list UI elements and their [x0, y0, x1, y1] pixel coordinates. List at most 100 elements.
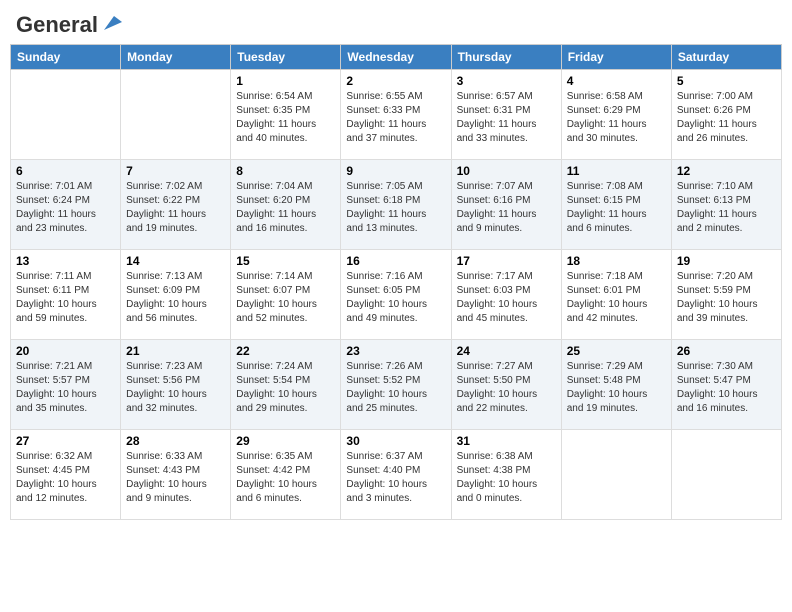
day-number: 22: [236, 344, 335, 358]
day-number: 11: [567, 164, 666, 178]
calendar-cell: 29 Sunrise: 6:35 AMSunset: 4:42 PMDayligh…: [231, 430, 341, 520]
day-info: Sunrise: 6:38 AMSunset: 4:38 PMDaylight:…: [457, 450, 556, 506]
day-number: 16: [346, 254, 445, 268]
day-info: Sunrise: 6:37 AMSunset: 4:40 PMDaylight:…: [346, 450, 445, 506]
day-info: Sunrise: 7:17 AMSunset: 6:03 PMDaylight:…: [457, 270, 556, 326]
weekday-header-sunday: Sunday: [11, 45, 121, 70]
day-number: 17: [457, 254, 556, 268]
calendar-cell: 27 Sunrise: 6:32 AMSunset: 4:45 PMDayligh…: [11, 430, 121, 520]
day-info: Sunrise: 7:13 AMSunset: 6:09 PMDaylight:…: [126, 270, 225, 326]
day-number: 1: [236, 74, 335, 88]
calendar-cell: 21 Sunrise: 7:23 AMSunset: 5:56 PMDayligh…: [121, 340, 231, 430]
day-info: Sunrise: 6:57 AMSunset: 6:31 PMDaylight:…: [457, 90, 556, 146]
calendar-cell: 11 Sunrise: 7:08 AMSunset: 6:15 PMDayligh…: [561, 160, 671, 250]
calendar-cell: 28 Sunrise: 6:33 AMSunset: 4:43 PMDayligh…: [121, 430, 231, 520]
calendar-cell: 2 Sunrise: 6:55 AMSunset: 6:33 PMDaylight…: [341, 70, 451, 160]
day-number: 30: [346, 434, 445, 448]
day-number: 5: [677, 74, 776, 88]
day-number: 4: [567, 74, 666, 88]
calendar-cell: 24Sunrise: 7:27 AMSunset: 5:50 PMDayligh…: [451, 340, 561, 430]
day-info: Sunrise: 7:07 AMSunset: 6:16 PMDaylight:…: [457, 180, 556, 236]
calendar-table: SundayMondayTuesdayWednesdayThursdayFrid…: [10, 44, 782, 520]
calendar-cell: 8 Sunrise: 7:04 AMSunset: 6:20 PMDaylight…: [231, 160, 341, 250]
calendar-cell: 10 Sunrise: 7:07 AMSunset: 6:16 PMDayligh…: [451, 160, 561, 250]
calendar-cell: 17 Sunrise: 7:17 AMSunset: 6:03 PMDayligh…: [451, 250, 561, 340]
calendar-cell: 4 Sunrise: 6:58 AMSunset: 6:29 PMDaylight…: [561, 70, 671, 160]
calendar-cell: 12Sunrise: 7:10 AMSunset: 6:13 PMDayligh…: [671, 160, 781, 250]
day-number: 31: [457, 434, 556, 448]
logo: General: [16, 14, 122, 32]
day-info: Sunrise: 6:58 AMSunset: 6:29 PMDaylight:…: [567, 90, 666, 146]
day-number: 24: [457, 344, 556, 358]
calendar-cell: 1 Sunrise: 6:54 AMSunset: 6:35 PMDaylight…: [231, 70, 341, 160]
day-number: 29: [236, 434, 335, 448]
weekday-header-wednesday: Wednesday: [341, 45, 451, 70]
calendar-cell: 7Sunrise: 7:02 AMSunset: 6:22 PMDaylight…: [121, 160, 231, 250]
day-number: 19: [677, 254, 776, 268]
day-info: Sunrise: 7:21 AMSunset: 5:57 PMDaylight:…: [16, 360, 115, 416]
day-info: Sunrise: 6:33 AMSunset: 4:43 PMDaylight:…: [126, 450, 225, 506]
calendar-week-row: 27 Sunrise: 6:32 AMSunset: 4:45 PMDayligh…: [11, 430, 782, 520]
weekday-header-friday: Friday: [561, 45, 671, 70]
day-number: 12: [677, 164, 776, 178]
day-info: Sunrise: 7:26 AMSunset: 5:52 PMDaylight:…: [346, 360, 445, 416]
day-info: Sunrise: 6:55 AMSunset: 6:33 PMDaylight:…: [346, 90, 445, 146]
weekday-header-row: SundayMondayTuesdayWednesdayThursdayFrid…: [11, 45, 782, 70]
page-header: General: [10, 10, 782, 36]
calendar-cell: 31 Sunrise: 6:38 AMSunset: 4:38 PMDayligh…: [451, 430, 561, 520]
calendar-week-row: 6 Sunrise: 7:01 AMSunset: 6:24 PMDaylight…: [11, 160, 782, 250]
day-info: Sunrise: 7:11 AMSunset: 6:11 PMDaylight:…: [16, 270, 115, 326]
day-info: Sunrise: 7:30 AMSunset: 5:47 PMDaylight:…: [677, 360, 776, 416]
day-number: 2: [346, 74, 445, 88]
weekday-header-monday: Monday: [121, 45, 231, 70]
calendar-cell: [671, 430, 781, 520]
day-number: 27: [16, 434, 115, 448]
day-info: Sunrise: 7:20 AMSunset: 5:59 PMDaylight:…: [677, 270, 776, 326]
day-number: 10: [457, 164, 556, 178]
day-info: Sunrise: 7:01 AMSunset: 6:24 PMDaylight:…: [16, 180, 115, 236]
weekday-header-saturday: Saturday: [671, 45, 781, 70]
day-info: Sunrise: 7:00 AMSunset: 6:26 PMDaylight:…: [677, 90, 776, 146]
calendar-week-row: 20Sunrise: 7:21 AMSunset: 5:57 PMDayligh…: [11, 340, 782, 430]
calendar-week-row: 13Sunrise: 7:11 AMSunset: 6:11 PMDayligh…: [11, 250, 782, 340]
day-info: Sunrise: 7:05 AMSunset: 6:18 PMDaylight:…: [346, 180, 445, 236]
day-info: Sunrise: 6:32 AMSunset: 4:45 PMDaylight:…: [16, 450, 115, 506]
logo-general: General: [16, 14, 98, 36]
calendar-cell: 3Sunrise: 6:57 AMSunset: 6:31 PMDaylight…: [451, 70, 561, 160]
weekday-header-tuesday: Tuesday: [231, 45, 341, 70]
weekday-header-thursday: Thursday: [451, 45, 561, 70]
day-info: Sunrise: 7:18 AMSunset: 6:01 PMDaylight:…: [567, 270, 666, 326]
day-info: Sunrise: 7:04 AMSunset: 6:20 PMDaylight:…: [236, 180, 335, 236]
day-info: Sunrise: 7:29 AMSunset: 5:48 PMDaylight:…: [567, 360, 666, 416]
calendar-cell: 6 Sunrise: 7:01 AMSunset: 6:24 PMDaylight…: [11, 160, 121, 250]
day-info: Sunrise: 6:54 AMSunset: 6:35 PMDaylight:…: [236, 90, 335, 146]
calendar-cell: [11, 70, 121, 160]
day-number: 6: [16, 164, 115, 178]
day-number: 8: [236, 164, 335, 178]
day-number: 14: [126, 254, 225, 268]
calendar-cell: 9Sunrise: 7:05 AMSunset: 6:18 PMDaylight…: [341, 160, 451, 250]
calendar-cell: 26 Sunrise: 7:30 AMSunset: 5:47 PMDayligh…: [671, 340, 781, 430]
day-info: Sunrise: 7:08 AMSunset: 6:15 PMDaylight:…: [567, 180, 666, 236]
calendar-cell: 16Sunrise: 7:16 AMSunset: 6:05 PMDayligh…: [341, 250, 451, 340]
calendar-cell: 23Sunrise: 7:26 AMSunset: 5:52 PMDayligh…: [341, 340, 451, 430]
calendar-week-row: 1 Sunrise: 6:54 AMSunset: 6:35 PMDaylight…: [11, 70, 782, 160]
day-number: 26: [677, 344, 776, 358]
day-number: 21: [126, 344, 225, 358]
day-info: Sunrise: 7:23 AMSunset: 5:56 PMDaylight:…: [126, 360, 225, 416]
day-info: Sunrise: 7:24 AMSunset: 5:54 PMDaylight:…: [236, 360, 335, 416]
day-number: 28: [126, 434, 225, 448]
calendar-cell: 20Sunrise: 7:21 AMSunset: 5:57 PMDayligh…: [11, 340, 121, 430]
day-number: 7: [126, 164, 225, 178]
calendar-cell: 13Sunrise: 7:11 AMSunset: 6:11 PMDayligh…: [11, 250, 121, 340]
calendar-cell: 30 Sunrise: 6:37 AMSunset: 4:40 PMDayligh…: [341, 430, 451, 520]
calendar-cell: [121, 70, 231, 160]
calendar-cell: 5 Sunrise: 7:00 AMSunset: 6:26 PMDaylight…: [671, 70, 781, 160]
calendar-cell: 18 Sunrise: 7:18 AMSunset: 6:01 PMDayligh…: [561, 250, 671, 340]
calendar-cell: 15Sunrise: 7:14 AMSunset: 6:07 PMDayligh…: [231, 250, 341, 340]
day-info: Sunrise: 6:35 AMSunset: 4:42 PMDaylight:…: [236, 450, 335, 506]
day-number: 18: [567, 254, 666, 268]
day-number: 25: [567, 344, 666, 358]
logo-bird-icon: [100, 12, 122, 34]
calendar-cell: 22 Sunrise: 7:24 AMSunset: 5:54 PMDayligh…: [231, 340, 341, 430]
